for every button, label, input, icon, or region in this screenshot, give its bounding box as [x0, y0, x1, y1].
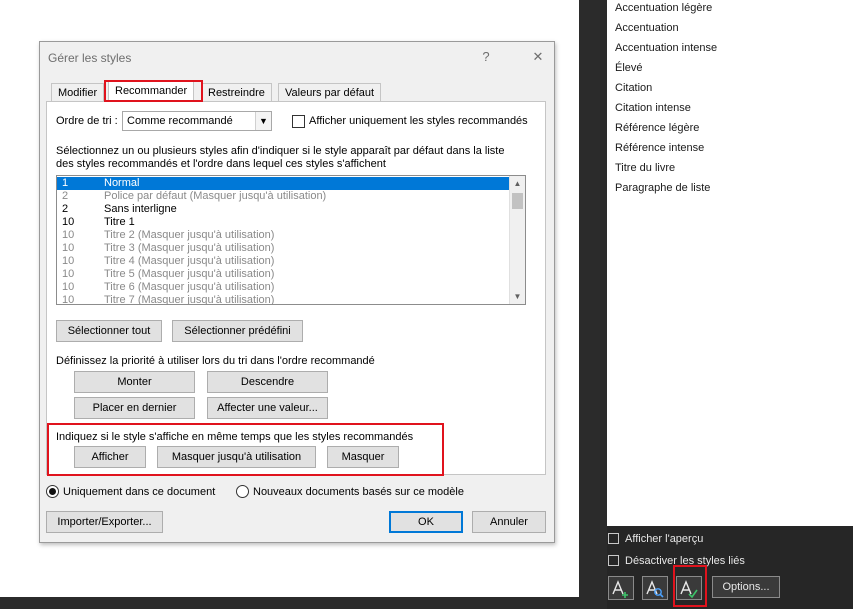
show-button[interactable]: Afficher: [74, 446, 146, 468]
style-item[interactable]: Titre du livre: [615, 160, 675, 176]
style-item[interactable]: Citation intense: [615, 100, 691, 116]
styles-list: Accentuation légère Accentuation Accentu…: [607, 0, 853, 526]
style-row[interactable]: 10 Titre 6 (Masquer jusqu'à utilisation): [57, 281, 521, 294]
style-priority: 2: [62, 190, 69, 202]
style-item[interactable]: Accentuation: [615, 20, 679, 36]
style-item[interactable]: Paragraphe de liste: [615, 180, 710, 196]
dialog-title: Gérer les styles: [48, 51, 132, 65]
ok-button[interactable]: OK: [389, 511, 463, 533]
import-export-button[interactable]: Importer/Exporter...: [46, 511, 163, 533]
instructions-line-2: des styles recommandés et l'ordre dans l…: [56, 158, 386, 170]
recommander-panel: Ordre de tri : Comme recommandé ▼ Affich…: [46, 101, 546, 476]
help-button[interactable]: ?: [476, 48, 496, 66]
style-name: Titre 4 (Masquer jusqu'à utilisation): [104, 255, 275, 267]
style-row[interactable]: 10 Titre 2 (Masquer jusqu'à utilisation): [57, 229, 521, 242]
highlight-frame: [673, 565, 707, 607]
priority-label: Définissez la priorité à utiliser lors d…: [56, 355, 375, 367]
tab-label: Restreindre: [208, 87, 265, 99]
style-name: Titre 2 (Masquer jusqu'à utilisation): [104, 229, 275, 241]
style-row[interactable]: 10 Titre 1: [57, 216, 521, 229]
style-name: Sans interligne: [104, 203, 177, 215]
close-button[interactable]: ✕: [528, 48, 548, 66]
style-item[interactable]: Référence légère: [615, 120, 699, 136]
style-name: Titre 7 (Masquer jusqu'à utilisation): [104, 294, 275, 305]
chevron-down-icon[interactable]: ▼: [255, 112, 271, 130]
sort-label: Ordre de tri :: [56, 115, 118, 127]
style-item[interactable]: Accentuation légère: [615, 0, 712, 16]
only-recommended-checkbox[interactable]: [292, 115, 305, 128]
assign-value-button[interactable]: Affecter une valeur...: [207, 397, 328, 419]
checkbox-box[interactable]: [608, 555, 619, 566]
style-name: Police par défaut (Masquer jusqu'à utili…: [104, 190, 327, 202]
style-item[interactable]: Référence intense: [615, 140, 704, 156]
instructions-line-1: Sélectionnez un ou plusieurs styles afin…: [56, 145, 505, 157]
style-name: Titre 5 (Masquer jusqu'à utilisation): [104, 268, 275, 280]
this-document-radio[interactable]: [46, 485, 59, 498]
visibility-label: Indiquez si le style s'affiche en même t…: [56, 431, 414, 443]
tab-valeurs-par-defaut[interactable]: Valeurs par défaut: [278, 83, 382, 102]
style-priority: 10: [62, 294, 75, 305]
checkbox-box[interactable]: [608, 533, 619, 544]
new-style-icon: [612, 580, 628, 598]
new-style-button[interactable]: [608, 576, 634, 600]
style-row[interactable]: 10 Titre 7 (Masquer jusqu'à utilisation): [57, 294, 521, 305]
style-priority: 10: [62, 281, 75, 293]
move-down-button[interactable]: Descendre: [207, 371, 328, 393]
tab-label: Modifier: [58, 87, 98, 99]
scroll-thumb[interactable]: [512, 193, 523, 209]
style-name: Titre 6 (Masquer jusqu'à utilisation): [104, 281, 275, 293]
tab-modifier[interactable]: Modifier: [51, 83, 105, 102]
sort-order-value: Comme recommandé: [127, 115, 233, 127]
new-documents-radio[interactable]: [236, 485, 249, 498]
hide-until-used-button[interactable]: Masquer jusqu'à utilisation: [157, 446, 316, 468]
style-item[interactable]: Élevé: [615, 60, 643, 76]
style-priority: 2: [62, 203, 69, 215]
style-item[interactable]: Citation: [615, 80, 652, 96]
style-priority: 10: [62, 255, 75, 267]
style-name: Normal: [104, 177, 140, 189]
this-document-label: Uniquement dans ce document: [63, 486, 216, 498]
style-priority: 10: [62, 268, 75, 280]
style-row[interactable]: 10 Titre 4 (Masquer jusqu'à utilisation): [57, 255, 521, 268]
style-priority: 10: [62, 242, 75, 254]
tab-label: Valeurs par défaut: [285, 87, 375, 99]
options-button[interactable]: Options...: [712, 576, 780, 598]
background-strip: [579, 0, 607, 609]
new-documents-label: Nouveaux documents basés sur ce modèle: [253, 486, 464, 498]
select-builtin-button[interactable]: Sélectionner prédéfini: [172, 320, 303, 342]
tab-restreindre[interactable]: Restreindre: [201, 83, 272, 102]
sort-order-select[interactable]: Comme recommandé ▼: [122, 111, 272, 131]
style-inspector-icon: [646, 580, 664, 598]
manage-styles-dialog: Gérer les styles ? ✕ Modifier Recommande…: [39, 41, 555, 543]
styles-listbox[interactable]: 1 Normal 2 Police par défaut (Masquer jusq…: [56, 175, 526, 305]
cancel-button[interactable]: Annuler: [472, 511, 546, 533]
style-priority: 10: [62, 229, 75, 241]
style-priority: 1: [62, 177, 69, 189]
hide-button[interactable]: Masquer: [327, 446, 399, 468]
highlight-frame: [104, 80, 203, 102]
style-row[interactable]: 1 Normal: [57, 177, 521, 190]
listbox-scrollbar[interactable]: ▲ ▼: [509, 176, 525, 304]
make-last-button[interactable]: Placer en dernier: [74, 397, 195, 419]
style-name: Titre 3 (Masquer jusqu'à utilisation): [104, 242, 275, 254]
style-row[interactable]: 2 Sans interligne: [57, 203, 521, 216]
style-priority: 10: [62, 216, 75, 228]
scroll-up-icon[interactable]: ▲: [510, 176, 525, 191]
style-row[interactable]: 10 Titre 3 (Masquer jusqu'à utilisation): [57, 242, 521, 255]
style-item[interactable]: Accentuation intense: [615, 40, 717, 56]
scroll-down-icon[interactable]: ▼: [510, 289, 525, 304]
style-row[interactable]: 2 Police par défaut (Masquer jusqu'à util…: [57, 190, 521, 203]
style-row[interactable]: 10 Titre 5 (Masquer jusqu'à utilisation): [57, 268, 521, 281]
move-up-button[interactable]: Monter: [74, 371, 195, 393]
window-bottom-bar: [0, 597, 579, 609]
show-preview-label: Afficher l'aperçu: [625, 533, 704, 545]
select-all-button[interactable]: Sélectionner tout: [56, 320, 162, 342]
style-name: Titre 1: [104, 216, 135, 228]
only-recommended-label: Afficher uniquement les styles recommand…: [309, 115, 528, 127]
style-inspector-button[interactable]: [642, 576, 668, 600]
styles-pane: Accentuation légère Accentuation Accentu…: [607, 0, 853, 609]
